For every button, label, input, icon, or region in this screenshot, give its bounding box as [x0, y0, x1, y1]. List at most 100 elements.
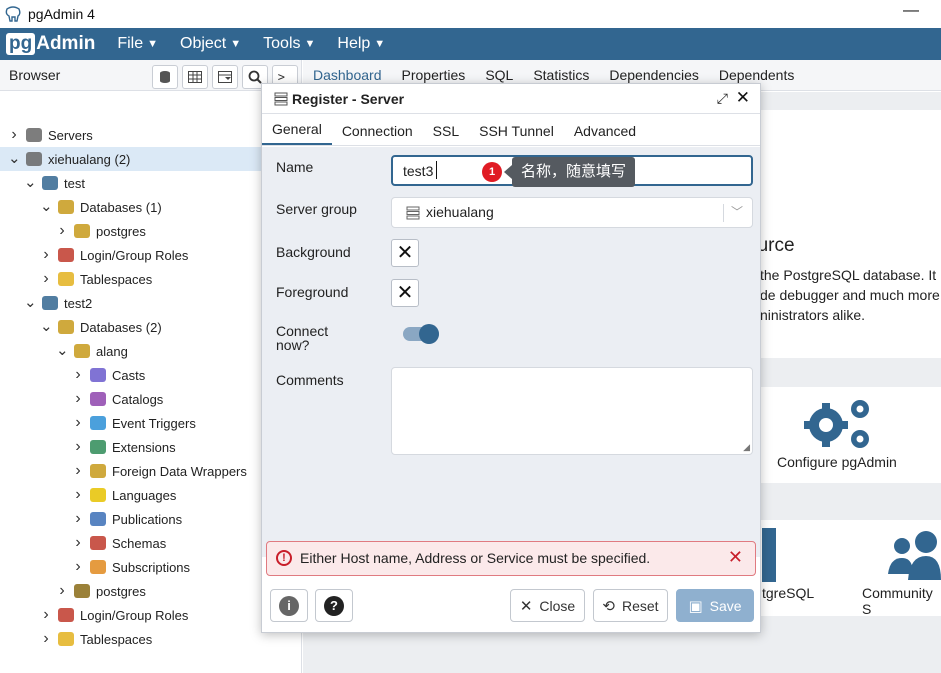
connect-now-label-2: now? — [276, 337, 310, 353]
info-button[interactable]: i — [270, 589, 308, 622]
chevron-right-icon[interactable]: › — [72, 414, 84, 432]
postgres-server-icon — [42, 176, 58, 190]
server-group-select[interactable]: xiehualang ﹀ — [391, 197, 753, 228]
name-value: test3 — [403, 163, 434, 179]
tree-item[interactable]: › Login/Group Roles — [0, 243, 302, 267]
menu-object[interactable]: Object ▼ — [180, 35, 241, 53]
reset-button[interactable]: ⟲ Reset — [593, 589, 668, 622]
tree-item[interactable]: › Servers — [0, 123, 302, 147]
tree-item[interactable]: › Schemas — [0, 531, 302, 555]
chevron-right-icon[interactable]: › — [72, 486, 84, 504]
tree-item-label: Schemas — [112, 535, 167, 551]
tab-statistics[interactable]: Statistics — [533, 67, 589, 83]
configure-pgadmin-link[interactable]: Configure pgAdmin — [777, 454, 897, 470]
chevron-down-icon[interactable]: ⌄ — [24, 175, 37, 190]
tree-item[interactable]: › Event Triggers — [0, 411, 302, 435]
save-button[interactable]: ▣ Save — [676, 589, 754, 622]
minimize-button[interactable]: — — [903, 2, 919, 20]
close-button[interactable]: ✕ Close — [510, 589, 585, 622]
tree-item[interactable]: › Languages — [0, 483, 302, 507]
tree-item[interactable]: ⌄ test2 — [0, 291, 302, 315]
toggle-knob — [419, 324, 439, 344]
chevron-right-icon[interactable]: › — [72, 438, 84, 456]
roles-icon — [58, 608, 74, 622]
chevron-right-icon[interactable]: › — [40, 606, 52, 624]
chevron-right-icon[interactable]: › — [72, 366, 84, 384]
dialog-title: Register - Server — [292, 90, 405, 107]
resize-handle-icon[interactable]: ◢ — [743, 442, 750, 453]
chevron-down-icon[interactable]: ⌄ — [56, 343, 69, 358]
databases-icon — [58, 320, 74, 334]
chevron-right-icon[interactable]: › — [72, 390, 84, 408]
tab-general[interactable]: General — [262, 121, 332, 145]
tree-item[interactable]: ⌄ test — [0, 171, 302, 195]
tab-dependents[interactable]: Dependents — [719, 67, 795, 83]
casts-icon — [90, 368, 106, 382]
tree-item[interactable]: ⌄ xiehualang (2) — [0, 147, 302, 171]
chevron-right-icon[interactable]: › — [40, 630, 52, 648]
tree-item[interactable]: › Casts — [0, 363, 302, 387]
browser-panel: Browser >_ › Servers ⌄ xiehualang (2) ⌄ test ⌄… — [0, 60, 302, 673]
tab-ssh-tunnel[interactable]: SSH Tunnel — [469, 123, 564, 145]
chevron-down-icon[interactable]: ⌄ — [40, 319, 53, 334]
tab-properties[interactable]: Properties — [402, 67, 466, 83]
tree-item[interactable]: › Subscriptions — [0, 555, 302, 579]
tree-item[interactable]: › Publications — [0, 507, 302, 531]
tree-item[interactable]: › postgres — [0, 219, 302, 243]
tree-item[interactable]: ⌄ Databases (1) — [0, 195, 302, 219]
chevron-right-icon[interactable]: › — [56, 582, 68, 600]
server-group-icon — [26, 152, 42, 166]
object-properties-button[interactable] — [152, 65, 178, 89]
chevron-right-icon[interactable]: › — [40, 270, 52, 288]
tree-item[interactable]: ⌄ alang — [0, 339, 302, 363]
tree-item[interactable]: › Extensions — [0, 435, 302, 459]
help-button[interactable]: ? — [315, 589, 353, 622]
help-icon: ? — [324, 595, 344, 616]
window-titlebar: pgAdmin 4 — — [0, 0, 941, 28]
connect-now-toggle[interactable] — [403, 324, 439, 344]
maximize-icon[interactable]: ⤢ — [717, 90, 728, 107]
chevron-down-icon[interactable]: ⌄ — [24, 295, 37, 310]
tree-item[interactable]: › Login/Group Roles — [0, 603, 302, 627]
tree-item[interactable]: › Tablespaces — [0, 627, 302, 651]
menu-tools[interactable]: Tools ▼ — [263, 35, 315, 53]
foreground-color-picker[interactable]: ✕ — [391, 279, 419, 307]
chevron-right-icon[interactable]: › — [72, 534, 84, 552]
postgresql-docs-link[interactable]: tgreSQL — [762, 585, 814, 601]
tab-dashboard[interactable]: Dashboard — [313, 67, 382, 83]
menu-help[interactable]: Help ▼ — [337, 35, 385, 53]
languages-icon — [90, 488, 106, 502]
tree-item[interactable]: ⌄ Databases (2) — [0, 315, 302, 339]
chevron-down-icon[interactable]: ⌄ — [40, 199, 53, 214]
tree-item[interactable]: › Tablespaces — [0, 267, 302, 291]
tab-dependencies[interactable]: Dependencies — [609, 67, 699, 83]
tree-item-label: xiehualang (2) — [48, 151, 131, 167]
register-server-dialog: Register - Server ⤢ ✕ General Connection… — [261, 83, 761, 633]
tree-item[interactable]: › Catalogs — [0, 387, 302, 411]
close-icon[interactable]: ✕ — [736, 88, 750, 108]
tab-advanced[interactable]: Advanced — [564, 123, 646, 145]
background-color-picker[interactable]: ✕ — [391, 239, 419, 267]
chevron-right-icon[interactable]: › — [72, 510, 84, 528]
filter-table-icon — [218, 71, 232, 83]
chevron-right-icon[interactable]: › — [40, 246, 52, 264]
chevron-right-icon[interactable]: › — [8, 126, 20, 144]
dismiss-error-icon[interactable]: ✕ — [728, 547, 743, 568]
chevron-down-icon[interactable]: ⌄ — [8, 151, 21, 166]
tree-item[interactable]: › postgres — [0, 579, 302, 603]
view-data-button[interactable] — [182, 65, 208, 89]
tablespaces-icon — [58, 272, 74, 286]
chevron-right-icon[interactable]: › — [72, 462, 84, 480]
menu-file[interactable]: File ▼ — [117, 35, 158, 53]
tab-connection[interactable]: Connection — [332, 123, 423, 145]
dialog-header: Register - Server ⤢ ✕ — [262, 84, 760, 114]
filtered-rows-button[interactable] — [212, 65, 238, 89]
tab-ssl[interactable]: SSL — [423, 123, 469, 145]
chevron-down-icon[interactable]: ﹀ — [731, 203, 743, 220]
tab-sql[interactable]: SQL — [485, 67, 513, 83]
comments-textarea[interactable]: ◢ — [391, 367, 753, 455]
community-support-link[interactable]: Community S — [862, 585, 941, 617]
chevron-right-icon[interactable]: › — [56, 222, 68, 240]
chevron-right-icon[interactable]: › — [72, 558, 84, 576]
tree-item[interactable]: › Foreign Data Wrappers — [0, 459, 302, 483]
